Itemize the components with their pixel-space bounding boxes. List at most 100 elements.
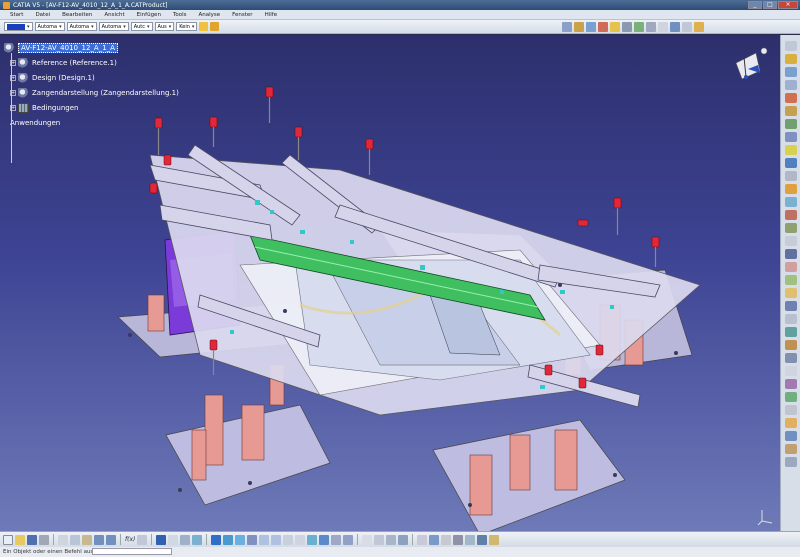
fix-together-icon[interactable]	[784, 301, 797, 311]
manipulate-icon[interactable]	[610, 22, 620, 32]
menu-bearbeiten[interactable]: Bearbeiten	[56, 12, 98, 18]
lineweight-combo[interactable]: Automa ▾	[98, 22, 129, 31]
angle-icon[interactable]	[784, 275, 797, 285]
multi-instantiation-icon[interactable]	[784, 158, 797, 168]
menu-datei[interactable]: Datei	[29, 12, 56, 18]
tree-root[interactable]: AV-F12-AV_4010_12_A_1_A	[4, 40, 179, 55]
view-icon[interactable]	[658, 22, 668, 32]
view-mode-icon[interactable]	[417, 534, 428, 545]
graph-tree-icon[interactable]	[784, 119, 797, 129]
zoom-in-icon[interactable]	[259, 534, 270, 545]
tree-item-reference[interactable]: + Reference (Reference.1)	[4, 55, 179, 70]
menu-hilfe[interactable]: Hilfe	[259, 12, 284, 18]
new-component-icon[interactable]	[784, 54, 797, 64]
perspective-icon[interactable]	[489, 534, 500, 545]
line-combo[interactable]: Aus ▾	[154, 22, 175, 31]
new-product-icon[interactable]	[784, 67, 797, 77]
offset-icon[interactable]	[784, 262, 797, 272]
menu-fenster[interactable]: Fenster	[226, 12, 258, 18]
shading-icon[interactable]	[319, 534, 330, 545]
knowledge-icon[interactable]	[137, 534, 148, 545]
snap-move-icon[interactable]	[784, 197, 797, 207]
menu-start[interactable]: Start	[4, 12, 29, 18]
iso-view-icon[interactable]	[307, 534, 318, 545]
constraint-icon[interactable]	[574, 22, 584, 32]
existing-component-icon[interactable]	[784, 93, 797, 103]
layer-combo[interactable]: Kein ▾	[176, 22, 198, 31]
tree-item-bedingungen[interactable]: + Bedingungen	[4, 100, 179, 115]
linetype-combo[interactable]: Automa ▾	[66, 22, 97, 31]
toolbar-handle-icon[interactable]	[784, 41, 797, 51]
quick-constraint-icon[interactable]	[784, 314, 797, 324]
clash-icon[interactable]	[646, 22, 656, 32]
ground-icon[interactable]	[453, 534, 464, 545]
fly-mode-icon[interactable]	[211, 534, 222, 545]
snap-icon[interactable]	[622, 22, 632, 32]
fit-all-icon[interactable]	[223, 534, 234, 545]
pan-icon[interactable]	[235, 534, 246, 545]
product-icon[interactable]	[586, 22, 596, 32]
tree-item-label[interactable]: Anwendungen	[10, 119, 60, 127]
component-icon[interactable]	[598, 22, 608, 32]
point-combo[interactable]: Autc ▾	[130, 22, 153, 31]
compass-icon[interactable]	[730, 43, 772, 87]
swap-space-icon[interactable]	[343, 534, 354, 545]
tree-item-zangendarstellung[interactable]: + Zangendarstellung (Zangendarstellung.1…	[4, 85, 179, 100]
coincidence-icon[interactable]	[784, 236, 797, 246]
renumber-icon[interactable]	[784, 132, 797, 142]
replace-component-icon[interactable]	[784, 106, 797, 116]
print-icon[interactable]	[39, 534, 49, 545]
add-icon[interactable]	[784, 405, 797, 415]
explode-icon[interactable]	[634, 22, 644, 32]
depth-effect-icon[interactable]	[441, 534, 452, 545]
copy-icon[interactable]	[70, 534, 80, 545]
hide-show-icon[interactable]	[331, 534, 342, 545]
reuse-pattern-icon[interactable]	[784, 353, 797, 363]
flexible-rigid-icon[interactable]	[784, 327, 797, 337]
measure-between-icon[interactable]	[180, 534, 191, 545]
close-button[interactable]: ×	[778, 1, 798, 9]
split-icon[interactable]	[784, 366, 797, 376]
rotate-icon[interactable]	[247, 534, 258, 545]
zoom-out-icon[interactable]	[271, 534, 282, 545]
tree-item-design[interactable]: + Design (Design.1)	[4, 70, 179, 85]
formula-button[interactable]: f(x)	[125, 536, 135, 543]
menu-tools[interactable]: Tools	[167, 12, 193, 18]
fast-instantiation-icon[interactable]	[784, 171, 797, 181]
measure-icon[interactable]	[670, 22, 680, 32]
normal-view-icon[interactable]	[283, 534, 294, 545]
hole-icon[interactable]	[784, 379, 797, 389]
transparency-combo[interactable]: Automa ▾	[34, 22, 65, 31]
open-icon[interactable]	[15, 534, 25, 545]
tree-item-label[interactable]: Design (Design.1)	[32, 74, 95, 82]
new-icon[interactable]	[3, 534, 13, 545]
tree-item-anwendungen[interactable]: Anwendungen	[4, 115, 179, 130]
color-combo[interactable]: ▾	[4, 22, 33, 31]
tree-item-label[interactable]: Zangendarstellung (Zangendarstellung.1)	[32, 89, 179, 97]
bill-of-material-icon[interactable]	[398, 534, 409, 545]
explode-view-icon[interactable]	[784, 210, 797, 220]
menu-analyse[interactable]: Analyse	[193, 12, 227, 18]
scene-icon[interactable]	[682, 22, 692, 32]
redo-icon[interactable]	[106, 534, 116, 545]
fix-icon[interactable]	[784, 288, 797, 298]
menu-ansicht[interactable]: Ansicht	[98, 12, 130, 18]
stop-manipulate-icon[interactable]	[784, 223, 797, 233]
multi-view-icon[interactable]	[295, 534, 306, 545]
tree-root-label[interactable]: AV-F12-AV_4010_12_A_1_A	[18, 42, 118, 53]
3d-viewport[interactable]: AV-F12-AV_4010_12_A_1_A + Reference (Ref…	[0, 35, 780, 531]
menu-einfuegen[interactable]: Einfügen	[131, 12, 167, 18]
reorder-icon[interactable]	[784, 145, 797, 155]
contact-icon[interactable]	[784, 249, 797, 259]
save-icon[interactable]	[27, 534, 37, 545]
distance-icon[interactable]	[386, 534, 397, 545]
catalog-icon[interactable]	[168, 534, 179, 545]
maximize-button[interactable]: □	[763, 1, 777, 9]
cut-icon[interactable]	[58, 534, 68, 545]
lighting-icon[interactable]	[429, 534, 440, 545]
minimize-button[interactable]: _	[748, 1, 762, 9]
publish-icon[interactable]	[694, 22, 704, 32]
painter-icon[interactable]	[199, 22, 209, 31]
undo-icon[interactable]	[94, 534, 104, 545]
tree-item-label[interactable]: Bedingungen	[32, 104, 78, 112]
